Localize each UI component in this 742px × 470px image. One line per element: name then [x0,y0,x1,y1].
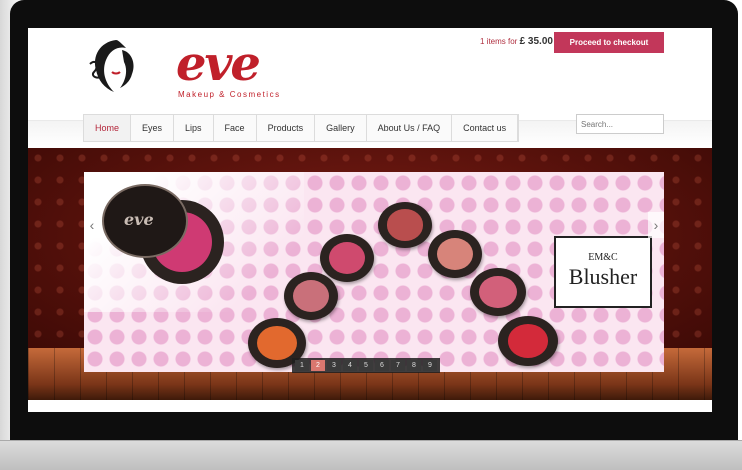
slider-page-button[interactable]: 1 [295,360,309,371]
face-silhouette-icon [89,40,134,92]
cart-summary: 1 items for £ 35.00 [480,36,553,47]
slider-pager: 1 2 3 4 5 6 7 8 9 [292,358,440,373]
monitor-chin [0,440,742,470]
blusher-compact [378,202,432,248]
blusher-compact [470,268,526,316]
nav-item-home[interactable]: Home [84,115,132,141]
slider-page-button[interactable]: 2 [311,360,325,371]
slider-page-button[interactable]: 6 [375,360,389,371]
monitor-frame: eve Makeup & Cosmetics 1 items for £ 35.… [0,0,742,470]
label-brand: EM&C [588,252,618,263]
blusher-compact [428,230,482,278]
cart-items-label: 1 items for [480,37,518,46]
label-title: Blusher [568,264,638,289]
chevron-left-icon[interactable]: ‹ [84,212,100,238]
open-compact-image: eve [102,184,224,288]
nav-item-eyes[interactable]: Eyes [131,115,175,141]
nav-item-contact[interactable]: Contact us [452,115,519,141]
slider-page-button[interactable]: 7 [391,360,405,371]
cart-amount: £ 35.00 [519,36,553,47]
nav-item-gallery[interactable]: Gallery [315,115,367,141]
compact-lid-brand: eve [124,210,154,229]
slider-page-button[interactable]: 8 [407,360,421,371]
blusher-compact [284,272,338,320]
blusher-compact [320,234,374,282]
slider-page-button[interactable]: 9 [423,360,437,371]
slider-page-button[interactable]: 5 [359,360,373,371]
content-strip [28,400,712,412]
nav-item-products[interactable]: Products [257,115,316,141]
nav-item-face[interactable]: Face [214,115,257,141]
checkout-button[interactable]: Proceed to checkout [554,32,664,53]
product-label: EM&C Blusher [554,236,652,308]
search-input[interactable] [576,114,664,134]
nav-item-about-faq[interactable]: About Us / FAQ [367,115,453,141]
slider-page-button[interactable]: 3 [327,360,341,371]
nav-item-lips[interactable]: Lips [174,115,214,141]
blusher-compact [498,316,558,366]
main-nav: Home Eyes Lips Face Products Gallery Abo… [83,114,520,142]
site-logo[interactable]: eve Makeup & Cosmetics [86,36,279,99]
logo-tagline: Makeup & Cosmetics [178,90,281,99]
chevron-right-icon[interactable]: › [648,212,664,238]
hero-slide[interactable]: eve EM&C Blusher ‹ › [84,172,664,372]
logo-wordmark: eve [176,36,261,92]
slider-page-button[interactable]: 4 [343,360,357,371]
site-header: eve Makeup & Cosmetics 1 items for £ 35.… [28,28,712,118]
browser-viewport: eve Makeup & Cosmetics 1 items for £ 35.… [28,28,712,412]
